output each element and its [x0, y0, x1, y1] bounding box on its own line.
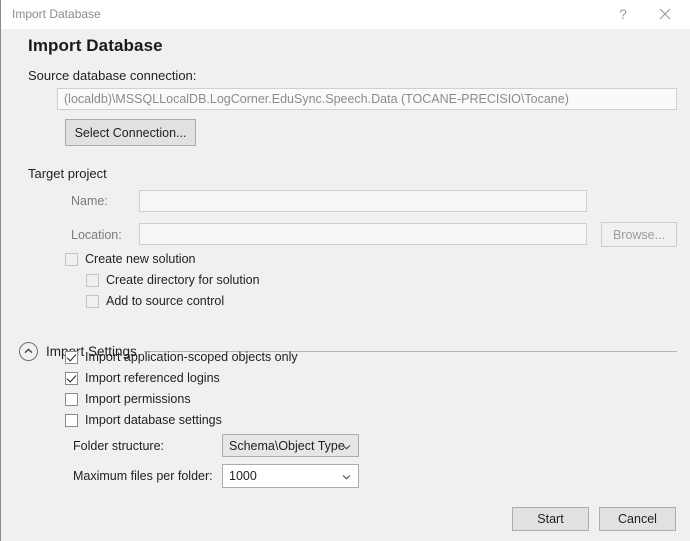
location-label: Location: [71, 228, 122, 242]
folder-structure-value: Schema\Object Type [229, 438, 345, 453]
checkbox-box [86, 273, 99, 287]
chevron-down-icon [342, 439, 351, 453]
name-label: Name: [71, 194, 108, 208]
max-files-label: Maximum files per folder: [73, 469, 213, 483]
target-project-label: Target project [28, 166, 107, 181]
window-title: Import Database [12, 7, 101, 21]
source-connection-label: Source database connection: [28, 68, 197, 83]
max-files-value: 1000 [229, 469, 257, 483]
checkbox-box [65, 350, 78, 364]
page-title: Import Database [28, 36, 163, 55]
checkbox-create-new-solution[interactable]: Create new solution [65, 252, 195, 266]
select-connection-button[interactable]: Select Connection... [65, 119, 196, 146]
checkbox-import-referenced-logins[interactable]: Import referenced logins [65, 371, 220, 385]
close-icon [659, 8, 671, 20]
chevron-up-circle-icon[interactable] [19, 341, 38, 361]
checkbox-add-to-source-control[interactable]: Add to source control [86, 294, 224, 308]
checkbox-label: Import database settings [85, 413, 222, 427]
checkbox-box [65, 252, 78, 266]
checkbox-label: Create new solution [85, 252, 196, 266]
checkbox-box [65, 413, 78, 427]
checkbox-import-application-scoped-objects-only[interactable]: Import application-scoped objects only [65, 350, 298, 364]
checkbox-box [86, 294, 99, 308]
dialog-content: Import Database Source database connecti… [1, 29, 690, 541]
import-database-dialog: Import Database ? Import Database Source… [0, 0, 690, 541]
checkbox-create-directory-for-solution[interactable]: Create directory for solution [86, 273, 260, 287]
question-mark-icon: ? [619, 6, 627, 22]
checkbox-label: Add to source control [106, 294, 225, 308]
checkbox-label: Import permissions [85, 392, 191, 406]
checkbox-import-permissions[interactable]: Import permissions [65, 392, 191, 406]
location-input[interactable] [139, 223, 587, 245]
folder-structure-label: Folder structure: [73, 439, 165, 453]
chevron-down-icon [342, 469, 351, 483]
start-button[interactable]: Start [512, 507, 589, 531]
max-files-dropdown[interactable]: 1000 [222, 464, 359, 488]
browse-button[interactable]: Browse... [601, 222, 677, 247]
connection-string-field[interactable]: (localdb)\MSSQLLocalDB.LogCorner.EduSync… [57, 88, 677, 110]
checkbox-label: Import referenced logins [85, 371, 220, 385]
checkbox-import-database-settings[interactable]: Import database settings [65, 413, 222, 427]
checkbox-box [65, 371, 78, 385]
cancel-button[interactable]: Cancel [599, 507, 676, 531]
folder-structure-dropdown[interactable]: Schema\Object Type [222, 434, 359, 457]
title-bar: Import Database ? [1, 0, 690, 30]
help-button[interactable]: ? [602, 0, 644, 28]
close-button[interactable] [644, 0, 686, 28]
name-input[interactable] [139, 190, 587, 212]
checkbox-label: Create directory for solution [106, 273, 260, 287]
checkbox-label: Import application-scoped objects only [85, 350, 298, 364]
checkbox-box [65, 392, 78, 406]
